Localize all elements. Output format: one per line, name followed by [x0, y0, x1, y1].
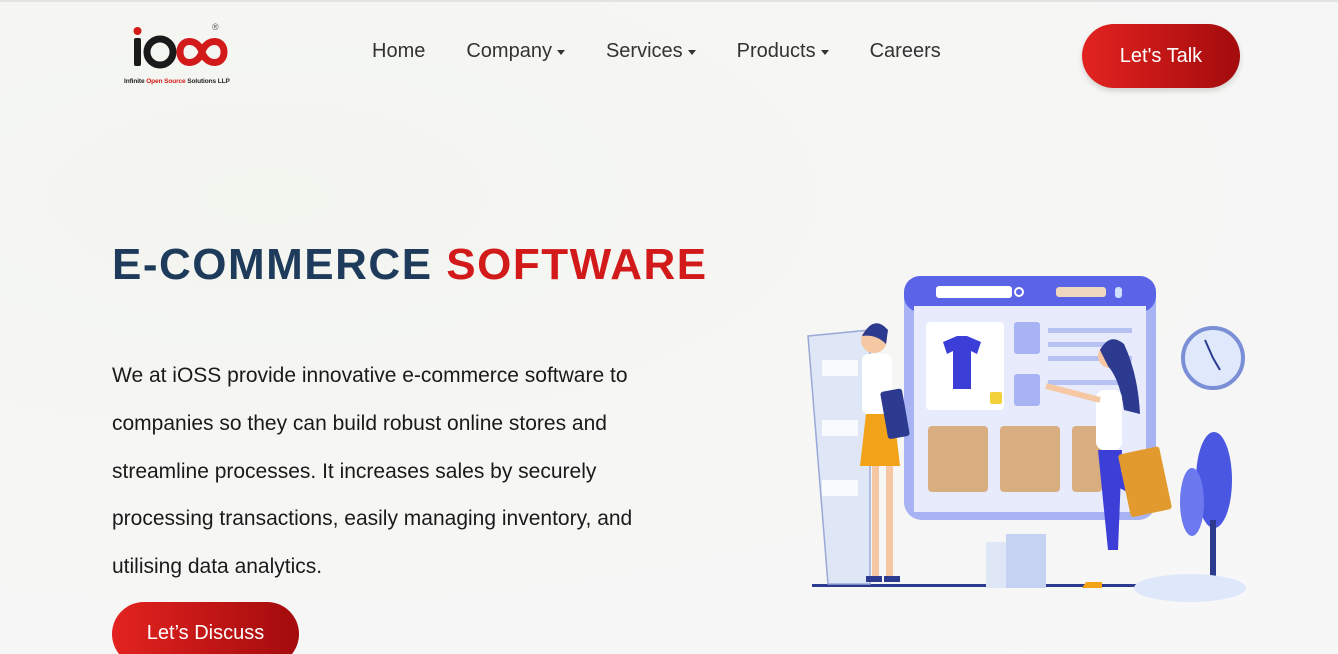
lets-discuss-button[interactable]: Let’s Discuss: [112, 602, 299, 654]
cart-icon: [1014, 322, 1040, 354]
nav-careers-label: Careers: [869, 40, 941, 62]
caret-down-icon: [687, 50, 696, 55]
nav-company[interactable]: Company: [466, 40, 565, 63]
heart-icon: [990, 392, 1002, 404]
nav-home-label: Home: [372, 40, 426, 62]
title-part-2: SOFTWARE: [446, 240, 708, 289]
logo-tagline: Infinite Open Source Solutions LLP: [124, 78, 230, 85]
nav-services[interactable]: Services: [606, 40, 696, 63]
hero-description: We at iOSS provide innovative e-commerce…: [112, 364, 633, 579]
nav-products[interactable]: Products: [737, 40, 829, 63]
ecommerce-illustration: [807, 276, 1246, 602]
cart-icon: [1014, 374, 1040, 406]
plant: [1180, 432, 1232, 584]
main-nav: Home Company Services Products Careers: [372, 40, 941, 63]
company-logo[interactable]: ® Infinite Open Source Solutions LLP: [112, 20, 252, 92]
caret-down-icon: [556, 50, 565, 55]
shopping-bags: [986, 534, 1046, 588]
title-part-1: E-COMMERCE: [112, 240, 447, 289]
page-title: E-COMMERCE SOFTWARE: [112, 240, 708, 290]
nav-company-label: Company: [466, 40, 552, 62]
top-border: [0, 0, 1338, 2]
nav-products-label: Products: [736, 40, 816, 62]
registered-mark: ®: [212, 22, 219, 32]
nav-services-label: Services: [605, 40, 683, 62]
clock-icon: [1181, 326, 1245, 390]
caret-down-icon: [820, 50, 829, 55]
mic-icon: [1115, 287, 1122, 298]
lets-talk-button[interactable]: Let's Talk: [1082, 24, 1240, 88]
door-panel: [807, 329, 871, 585]
nav-home[interactable]: Home: [372, 40, 425, 63]
nav-careers[interactable]: Careers: [870, 40, 941, 63]
